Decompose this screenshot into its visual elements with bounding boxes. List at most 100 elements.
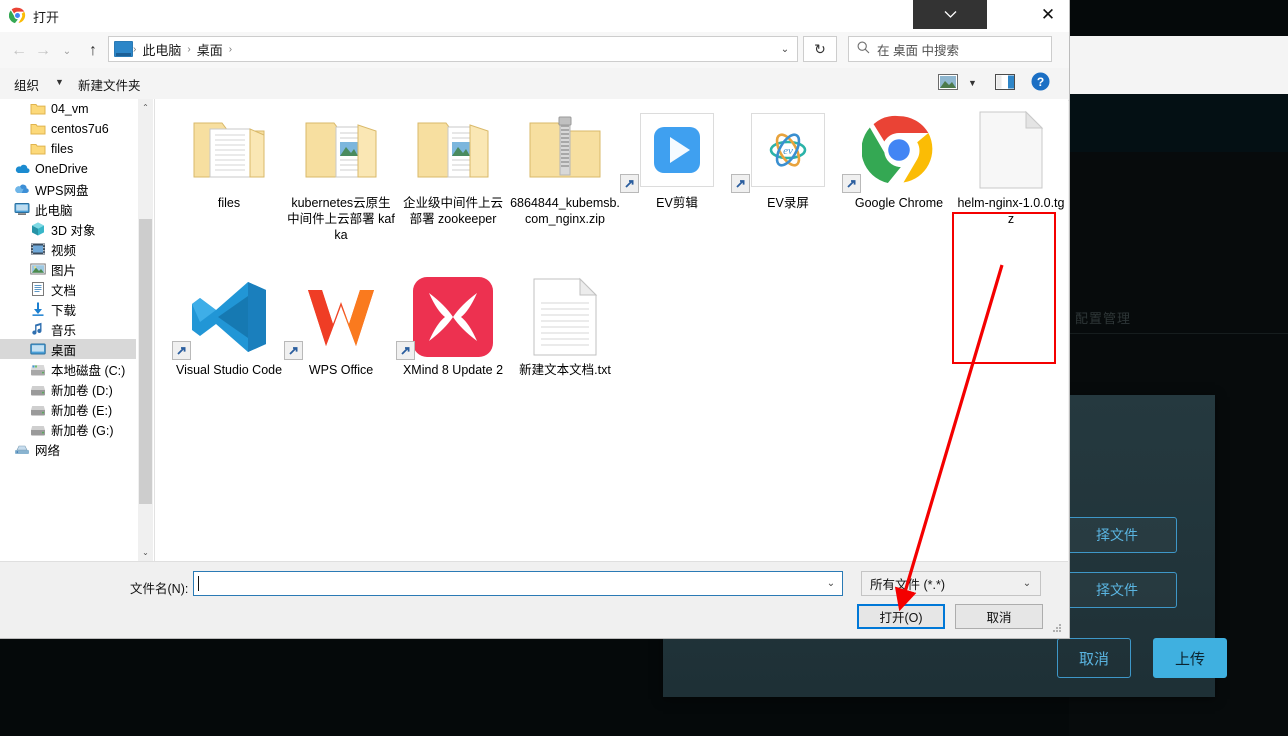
cancel-button[interactable]: 取消 <box>955 604 1043 629</box>
sidebar-item-6[interactable]: 3D 对象 <box>0 219 136 239</box>
file-item[interactable]: helm-nginx-1.0.0.tgz <box>956 105 1066 227</box>
file-list-pane[interactable]: files kubernetes云原生中间件上云部署 kafka 企业级中间件上云部… <box>160 99 1065 569</box>
bg-select-file-button-1[interactable]: 择文件 <box>1057 517 1177 553</box>
breadcrumb-item-this-pc[interactable]: 此电脑 <box>136 40 187 59</box>
drive-icon <box>30 421 46 437</box>
file-item[interactable]: XMind 8 Update 2 <box>396 272 508 378</box>
chevron-down-icon[interactable]: ▼ <box>55 77 64 87</box>
chevron-down-icon[interactable]: ▼ <box>968 78 977 88</box>
bg-modal-cancel-button[interactable]: 取消 <box>1057 638 1131 678</box>
file-item[interactable]: 6864844_kubemsb.com_nginx.zip <box>510 105 620 227</box>
sidebar-item-7[interactable]: 视频 <box>0 239 136 259</box>
file-item[interactable]: 新建文本文档.txt <box>510 272 620 378</box>
view-options-icon[interactable] <box>938 74 958 93</box>
file-item[interactable]: ev EV录屏 <box>731 105 843 211</box>
dialog-toolbar: 组织 ▼ 新建文件夹 ▼ ? <box>0 68 1069 101</box>
sidebar-item-14[interactable]: 新加卷 (D:) <box>0 379 136 399</box>
bg-modal-upload-button[interactable]: 上传 <box>1153 638 1227 678</box>
sidebar-item-label: OneDrive <box>35 162 88 176</box>
help-icon[interactable]: ? <box>1031 72 1050 94</box>
shortcut-arrow-icon <box>842 174 861 193</box>
search-box[interactable]: 在 桌面 中搜索 <box>848 36 1052 62</box>
sidebar-item-3[interactable]: OneDrive <box>0 159 136 179</box>
3d-objects-icon <box>30 221 46 237</box>
filename-label: 文件名(N): <box>130 582 189 596</box>
chevron-down-icon[interactable]: ⌄ <box>773 37 797 61</box>
documents-icon <box>30 281 46 297</box>
file-item[interactable]: 企业级中间件上云部署 zookeeper <box>398 105 508 227</box>
forward-button[interactable]: → <box>32 40 54 62</box>
wps-icon <box>284 272 396 362</box>
folder-open-icon <box>174 105 284 195</box>
zip-icon <box>510 105 620 195</box>
this-pc-icon <box>14 201 30 217</box>
sidebar-item-11[interactable]: 音乐 <box>0 319 136 339</box>
refresh-icon[interactable]: ↻ <box>803 36 837 62</box>
sidebar-item-4[interactable]: WPS网盘 <box>0 179 136 199</box>
file-label: EV录屏 <box>767 196 809 210</box>
text-file-icon <box>510 272 620 362</box>
scroll-up-icon[interactable]: ⌃ <box>138 99 153 116</box>
shortcut-arrow-icon <box>172 341 191 360</box>
file-item[interactable]: kubernetes云原生中间件上云部署 kafka <box>286 105 396 243</box>
sidebar-item-13[interactable]: 本地磁盘 (C:) <box>0 359 136 379</box>
file-label: 企业级中间件上云部署 zookeeper <box>402 196 503 226</box>
sidebar-item-label: 图片 <box>51 263 77 278</box>
sidebar-item-label: 此电脑 <box>35 203 73 218</box>
folder-icon <box>30 121 46 137</box>
file-label: Visual Studio Code <box>175 363 283 377</box>
sidebar-item-label: centos7u6 <box>51 122 109 136</box>
sidebar-item-label: files <box>51 142 74 156</box>
filename-input[interactable]: ⌄ <box>193 571 843 596</box>
pictures-icon <box>30 261 46 277</box>
file-item[interactable]: WPS Office <box>284 272 396 378</box>
close-icon[interactable]: ✕ <box>1026 0 1070 29</box>
recent-locations-button[interactable]: ⌄ <box>58 40 76 62</box>
file-item[interactable]: EV剪辑 <box>620 105 732 211</box>
sidebar-item-2[interactable]: files <box>0 139 136 159</box>
sidebar-item-10[interactable]: 下载 <box>0 299 136 319</box>
sidebar-item-17[interactable]: 网络 <box>0 439 136 459</box>
navigation-pane[interactable]: 04_vm centos7u6 files OneDrive WPS网盘此电脑 3D 对象… <box>0 99 136 561</box>
svg-text:?: ? <box>1037 75 1044 89</box>
sidebar-item-0[interactable]: 04_vm <box>0 99 136 119</box>
dialog-title: 打开 <box>33 10 60 25</box>
scroll-down-icon[interactable]: ⌄ <box>138 544 153 561</box>
organize-button[interactable]: 组织 <box>14 75 39 94</box>
shortcut-arrow-icon <box>396 341 415 360</box>
sidebar-item-16[interactable]: 新加卷 (G:) <box>0 419 136 439</box>
sidebar-item-label: 新加卷 (D:) <box>51 383 113 398</box>
this-pc-icon <box>114 41 133 57</box>
file-type-value: 所有文件 (*.*) <box>870 578 946 592</box>
open-button[interactable]: 打开(O) <box>857 604 945 629</box>
sidebar-item-label: WPS网盘 <box>35 183 89 198</box>
sidebar-item-label: 桌面 <box>51 343 77 358</box>
up-button[interactable]: ↑ <box>82 40 104 62</box>
sidebar-item-9[interactable]: 文档 <box>0 279 136 299</box>
file-label: kubernetes云原生中间件上云部署 kafka <box>287 196 395 242</box>
sidebar-item-12[interactable]: 桌面 <box>0 339 136 359</box>
file-type-select[interactable]: 所有文件 (*.*) ⌄ <box>861 571 1041 596</box>
new-folder-button[interactable]: 新建文件夹 <box>78 75 141 94</box>
breadcrumb-item-desktop[interactable]: 桌面 <box>191 40 229 59</box>
file-item[interactable]: Google Chrome <box>842 105 954 211</box>
sidebar-item-15[interactable]: 新加卷 (E:) <box>0 399 136 419</box>
xmind-icon <box>396 272 508 362</box>
search-placeholder: 在 桌面 中搜索 <box>877 43 959 58</box>
resize-grip[interactable] <box>1052 624 1062 634</box>
scrollbar-thumb[interactable] <box>139 219 152 504</box>
sidebar-item-1[interactable]: centos7u6 <box>0 119 136 139</box>
chevron-down-icon[interactable]: ⌄ <box>1016 572 1038 595</box>
address-bar[interactable]: › 此电脑 › 桌面 › ⌄ <box>108 36 798 62</box>
sidebar-scrollbar[interactable]: ⌃ ⌄ <box>138 99 153 561</box>
minimize-button[interactable] <box>913 0 987 29</box>
sidebar-item-8[interactable]: 图片 <box>0 259 136 279</box>
chevron-down-icon[interactable]: ⌄ <box>820 572 842 595</box>
sidebar-item-label: 音乐 <box>51 323 77 338</box>
file-item[interactable]: Visual Studio Code <box>172 272 284 378</box>
file-item[interactable]: files <box>174 105 284 211</box>
sidebar-item-5[interactable]: 此电脑 <box>0 199 136 219</box>
preview-pane-icon[interactable] <box>995 74 1015 93</box>
bg-select-file-button-2[interactable]: 择文件 <box>1057 572 1177 608</box>
back-button[interactable]: ← <box>8 40 30 62</box>
